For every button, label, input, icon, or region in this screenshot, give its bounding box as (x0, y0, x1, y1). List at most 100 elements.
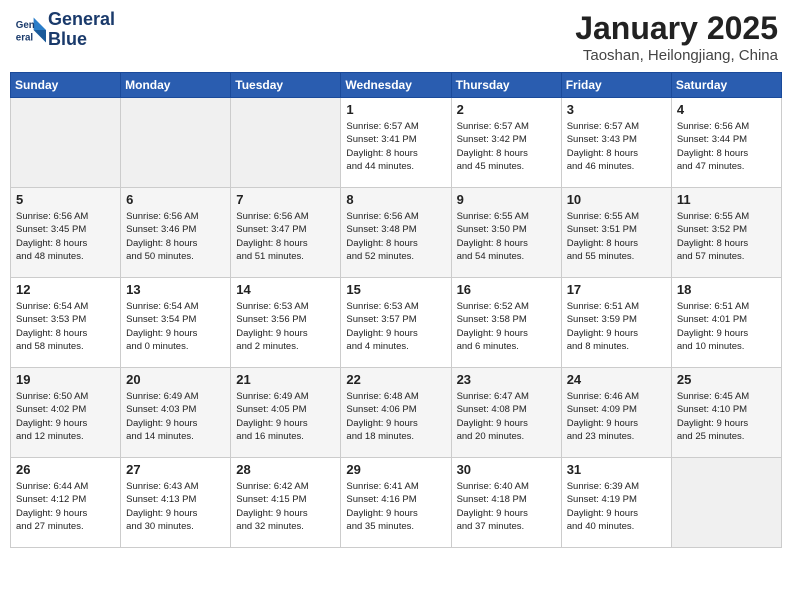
calendar-cell: 29 Sunrise: 6:41 AM Sunset: 4:16 PM Dayli… (341, 458, 451, 548)
calendar-cell: 2 Sunrise: 6:57 AM Sunset: 3:42 PM Daylig… (451, 98, 561, 188)
day-number: 11 (677, 192, 776, 207)
logo: Gen eral General Blue (14, 10, 115, 50)
calendar-week-row: 19Sunrise: 6:50 AM Sunset: 4:02 PM Dayli… (11, 368, 782, 458)
day-number: 7 (236, 192, 335, 207)
calendar-header: SundayMondayTuesdayWednesdayThursdayFrid… (11, 73, 782, 98)
day-info: Sunrise: 6:51 AM Sunset: 3:59 PM Dayligh… (567, 300, 666, 353)
day-info: Sunrise: 6:48 AM Sunset: 4:06 PM Dayligh… (346, 390, 445, 443)
svg-text:eral: eral (16, 32, 34, 43)
day-info: Sunrise: 6:57 AM Sunset: 3:42 PM Dayligh… (457, 120, 556, 173)
calendar-cell: 25Sunrise: 6:45 AM Sunset: 4:10 PM Dayli… (671, 368, 781, 458)
calendar-cell: 11 Sunrise: 6:55 AM Sunset: 3:52 PM Dayli… (671, 188, 781, 278)
day-info: Sunrise: 6:55 AM Sunset: 3:50 PM Dayligh… (457, 210, 556, 263)
day-info: Sunrise: 6:43 AM Sunset: 4:13 PM Dayligh… (126, 480, 225, 533)
day-info: Sunrise: 6:57 AM Sunset: 3:43 PM Dayligh… (567, 120, 666, 173)
calendar-cell: 6Sunrise: 6:56 AM Sunset: 3:46 PM Daylig… (121, 188, 231, 278)
day-info: Sunrise: 6:57 AM Sunset: 3:41 PM Dayligh… (346, 120, 445, 173)
day-number: 22 (346, 372, 445, 387)
calendar-cell: 15 Sunrise: 6:53 AM Sunset: 3:57 PM Dayli… (341, 278, 451, 368)
calendar-week-row: 12 Sunrise: 6:54 AM Sunset: 3:53 PM Dayli… (11, 278, 782, 368)
day-number: 4 (677, 102, 776, 117)
calendar-cell: 30 Sunrise: 6:40 AM Sunset: 4:18 PM Dayli… (451, 458, 561, 548)
calendar-cell: 5 Sunrise: 6:56 AM Sunset: 3:45 PM Daylig… (11, 188, 121, 278)
day-info: Sunrise: 6:53 AM Sunset: 3:57 PM Dayligh… (346, 300, 445, 353)
day-info: Sunrise: 6:41 AM Sunset: 4:16 PM Dayligh… (346, 480, 445, 533)
calendar-cell: 24Sunrise: 6:46 AM Sunset: 4:09 PM Dayli… (561, 368, 671, 458)
weekday-header-wednesday: Wednesday (341, 73, 451, 98)
logo-icon: Gen eral (14, 14, 46, 46)
day-number: 13 (126, 282, 225, 297)
calendar-cell: 4 Sunrise: 6:56 AM Sunset: 3:44 PM Daylig… (671, 98, 781, 188)
calendar-cell: 28 Sunrise: 6:42 AM Sunset: 4:15 PM Dayli… (231, 458, 341, 548)
month-year-title: January 2025 (575, 10, 778, 47)
calendar-cell: 12 Sunrise: 6:54 AM Sunset: 3:53 PM Dayli… (11, 278, 121, 368)
day-info: Sunrise: 6:56 AM Sunset: 3:45 PM Dayligh… (16, 210, 115, 263)
calendar-cell: 26 Sunrise: 6:44 AM Sunset: 4:12 PM Dayli… (11, 458, 121, 548)
day-number: 1 (346, 102, 445, 117)
page-header: Gen eral General Blue January 2025 Taosh… (10, 10, 782, 64)
calendar-cell: 9 Sunrise: 6:55 AM Sunset: 3:50 PM Daylig… (451, 188, 561, 278)
day-number: 24 (567, 372, 666, 387)
day-number: 23 (457, 372, 556, 387)
weekday-header-friday: Friday (561, 73, 671, 98)
day-number: 15 (346, 282, 445, 297)
day-number: 31 (567, 462, 666, 477)
weekday-header-saturday: Saturday (671, 73, 781, 98)
day-info: Sunrise: 6:55 AM Sunset: 3:52 PM Dayligh… (677, 210, 776, 263)
day-info: Sunrise: 6:54 AM Sunset: 3:54 PM Dayligh… (126, 300, 225, 353)
day-number: 18 (677, 282, 776, 297)
calendar-cell: 13 Sunrise: 6:54 AM Sunset: 3:54 PM Dayli… (121, 278, 231, 368)
day-info: Sunrise: 6:54 AM Sunset: 3:53 PM Dayligh… (16, 300, 115, 353)
weekday-header-row: SundayMondayTuesdayWednesdayThursdayFrid… (11, 73, 782, 98)
day-info: Sunrise: 6:40 AM Sunset: 4:18 PM Dayligh… (457, 480, 556, 533)
day-info: Sunrise: 6:53 AM Sunset: 3:56 PM Dayligh… (236, 300, 335, 353)
day-number: 2 (457, 102, 556, 117)
day-number: 30 (457, 462, 556, 477)
day-info: Sunrise: 6:52 AM Sunset: 3:58 PM Dayligh… (457, 300, 556, 353)
day-number: 21 (236, 372, 335, 387)
calendar-cell: 27Sunrise: 6:43 AM Sunset: 4:13 PM Dayli… (121, 458, 231, 548)
calendar-cell: 21 Sunrise: 6:49 AM Sunset: 4:05 PM Dayli… (231, 368, 341, 458)
day-info: Sunrise: 6:44 AM Sunset: 4:12 PM Dayligh… (16, 480, 115, 533)
day-number: 10 (567, 192, 666, 207)
day-info: Sunrise: 6:49 AM Sunset: 4:05 PM Dayligh… (236, 390, 335, 443)
day-number: 3 (567, 102, 666, 117)
weekday-header-tuesday: Tuesday (231, 73, 341, 98)
day-number: 16 (457, 282, 556, 297)
day-number: 12 (16, 282, 115, 297)
day-info: Sunrise: 6:51 AM Sunset: 4:01 PM Dayligh… (677, 300, 776, 353)
calendar-cell: 18 Sunrise: 6:51 AM Sunset: 4:01 PM Dayli… (671, 278, 781, 368)
day-info: Sunrise: 6:56 AM Sunset: 3:46 PM Dayligh… (126, 210, 225, 263)
calendar-cell (11, 98, 121, 188)
day-number: 26 (16, 462, 115, 477)
day-number: 9 (457, 192, 556, 207)
logo-text2: Blue (48, 30, 115, 50)
day-info: Sunrise: 6:56 AM Sunset: 3:44 PM Dayligh… (677, 120, 776, 173)
day-number: 28 (236, 462, 335, 477)
calendar-body: 1 Sunrise: 6:57 AM Sunset: 3:41 PM Daylig… (11, 98, 782, 548)
calendar-cell: 20Sunrise: 6:49 AM Sunset: 4:03 PM Dayli… (121, 368, 231, 458)
day-number: 29 (346, 462, 445, 477)
calendar-cell: 17 Sunrise: 6:51 AM Sunset: 3:59 PM Dayli… (561, 278, 671, 368)
day-info: Sunrise: 6:49 AM Sunset: 4:03 PM Dayligh… (126, 390, 225, 443)
calendar-cell: 7Sunrise: 6:56 AM Sunset: 3:47 PM Daylig… (231, 188, 341, 278)
calendar-table: SundayMondayTuesdayWednesdayThursdayFrid… (10, 72, 782, 548)
calendar-cell: 3 Sunrise: 6:57 AM Sunset: 3:43 PM Daylig… (561, 98, 671, 188)
calendar-cell: 8Sunrise: 6:56 AM Sunset: 3:48 PM Daylig… (341, 188, 451, 278)
day-info: Sunrise: 6:42 AM Sunset: 4:15 PM Dayligh… (236, 480, 335, 533)
day-number: 17 (567, 282, 666, 297)
weekday-header-monday: Monday (121, 73, 231, 98)
day-number: 5 (16, 192, 115, 207)
calendar-week-row: 1 Sunrise: 6:57 AM Sunset: 3:41 PM Daylig… (11, 98, 782, 188)
day-number: 8 (346, 192, 445, 207)
calendar-cell: 23 Sunrise: 6:47 AM Sunset: 4:08 PM Dayli… (451, 368, 561, 458)
day-info: Sunrise: 6:47 AM Sunset: 4:08 PM Dayligh… (457, 390, 556, 443)
calendar-cell: 14Sunrise: 6:53 AM Sunset: 3:56 PM Dayli… (231, 278, 341, 368)
calendar-cell (671, 458, 781, 548)
calendar-cell: 22 Sunrise: 6:48 AM Sunset: 4:06 PM Dayli… (341, 368, 451, 458)
title-block: January 2025 Taoshan, Heilongjiang, Chin… (575, 10, 778, 64)
calendar-cell: 19Sunrise: 6:50 AM Sunset: 4:02 PM Dayli… (11, 368, 121, 458)
weekday-header-thursday: Thursday (451, 73, 561, 98)
weekday-header-sunday: Sunday (11, 73, 121, 98)
day-info: Sunrise: 6:50 AM Sunset: 4:02 PM Dayligh… (16, 390, 115, 443)
